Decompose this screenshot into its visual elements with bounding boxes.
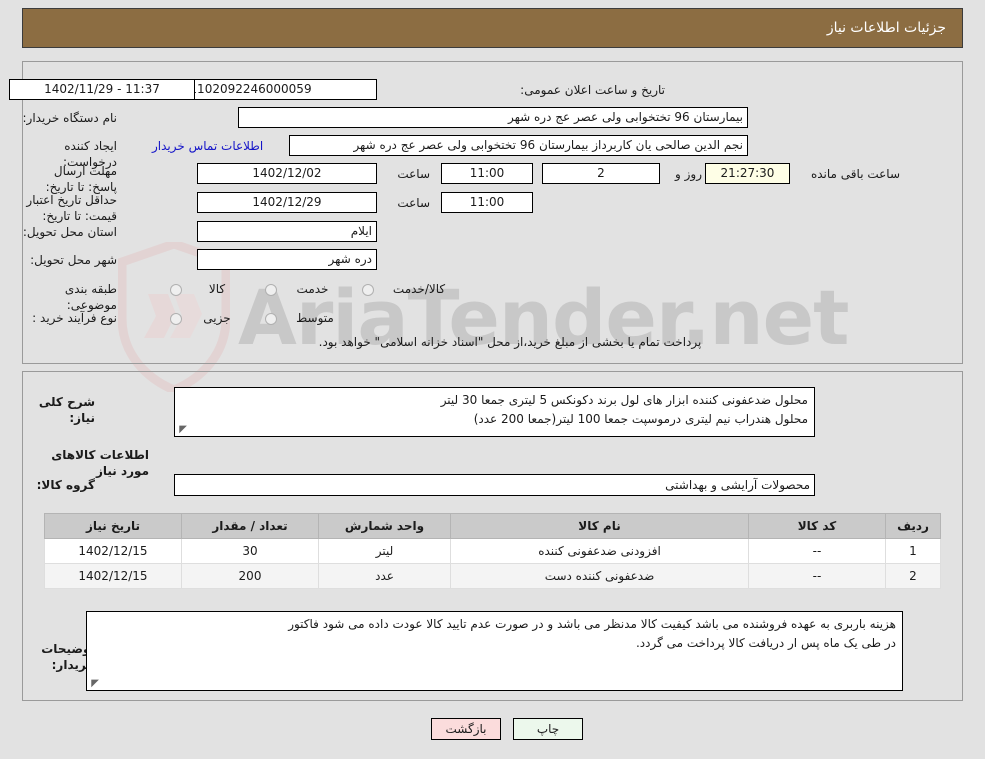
description-textarea[interactable]: محلول ضدعفونی کننده ابزار های لول برند د… (174, 387, 815, 437)
items-table: ردیف کد کالا نام کالا واحد شمارش تعداد /… (44, 513, 941, 589)
radio-process-medium[interactable] (265, 313, 277, 325)
cell-row: 1 (885, 538, 941, 564)
reply-deadline-hour-label: ساعت (397, 167, 430, 181)
announce-label: تاریخ و ساعت اعلان عمومی: (520, 83, 665, 97)
goods-section-title: اطلاعات کالاهای مورد نیاز (51, 448, 149, 478)
cell-date: 1402/12/15 (44, 563, 182, 589)
city-value: دره شهر (197, 249, 377, 270)
buyer-notes-textarea[interactable]: هزینه باربری به عهده فروشنده می باشد کیف… (86, 611, 903, 691)
radio-category-goods-service[interactable] (362, 284, 374, 296)
cell-qty: 200 (181, 563, 319, 589)
cell-date: 1402/12/15 (44, 538, 182, 564)
radio-category-goods-service-label: کالا/خدمت (392, 282, 446, 296)
print-button[interactable]: چاپ (513, 718, 583, 740)
category-label: طبقه بندی موضوعی: (64, 282, 117, 312)
price-validity-hour-label: ساعت (397, 196, 430, 210)
cell-code: -- (748, 538, 886, 564)
cell-unit: عدد (318, 563, 451, 589)
cell-qty: 30 (181, 538, 319, 564)
column-header-code: کد کالا (748, 513, 886, 539)
payment-note: پرداخت تمام یا بخشی از مبلغ خرید،از محل … (318, 335, 702, 349)
province-label: استان محل تحویل: (22, 225, 117, 239)
table-row: 2 -- ضدعفونی کننده دست عدد 200 1402/12/1… (44, 563, 941, 589)
cell-name: افزودنی ضدعفونی کننده (450, 538, 749, 564)
reply-deadline-date: 1402/12/02 (197, 163, 377, 184)
buyer-contact-link[interactable]: اطلاعات تماس خریدار (152, 139, 263, 153)
buyer-notes-label: توضیحات خریدار: (41, 642, 95, 672)
radio-process-minor[interactable] (170, 313, 182, 325)
buyer-org-value: بیمارستان 96 تختخوابی ولی عصر عج دره شهر (238, 107, 748, 128)
column-header-row: ردیف (885, 513, 941, 539)
description-line-2: محلول هندراب نیم لیتری درموسپت جمعا 100 … (473, 412, 808, 426)
cell-unit: لیتر (318, 538, 451, 564)
price-validity-hour: 11:00 (441, 192, 533, 213)
column-header-name: نام کالا (450, 513, 749, 539)
requester-value: نجم الدین صالحی یان کاربرداز بیمارستان 9… (289, 135, 748, 156)
province-value: ایلام (197, 221, 377, 242)
cell-row: 2 (885, 563, 941, 589)
page-header: جزئیات اطلاعات نیاز (22, 8, 963, 48)
process-type-label: نوع فرآیند خرید : (32, 311, 117, 325)
cell-code: -- (748, 563, 886, 589)
buyer-org-label: نام دستگاه خریدار: (22, 111, 118, 125)
announce-value: 11:37 - 1402/11/29 (9, 79, 195, 100)
city-label: شهر محل تحویل: (30, 253, 117, 267)
radio-category-service[interactable] (265, 284, 277, 296)
radio-category-goods[interactable] (170, 284, 182, 296)
remaining-suffix: ساعت باقی مانده (810, 167, 900, 181)
description-label: شرح کلی نیاز: (38, 395, 95, 425)
remaining-days-label: روز و (675, 167, 702, 181)
buyer-notes-line-2: در طی یک ماه پس ار دریافت کالا پرداخت می… (635, 636, 896, 650)
radio-category-goods-label: کالا (208, 282, 226, 296)
radio-process-medium-label: متوسط (296, 311, 334, 325)
buyer-notes-line-1: هزینه باربری به عهده فروشنده می باشد کیف… (288, 617, 896, 631)
price-validity-date: 1402/12/29 (197, 192, 377, 213)
goods-group-value: محصولات آرایشی و بهداشتی (174, 474, 815, 496)
remaining-time: 21:27:30 (705, 163, 790, 184)
reply-deadline-hour: 11:00 (441, 163, 533, 184)
table-row: 1 -- افزودنی ضدعفونی کننده لیتر 30 1402/… (44, 538, 941, 564)
radio-category-service-label: خدمت (296, 282, 329, 296)
page-title: جزئیات اطلاعات نیاز (826, 20, 946, 36)
resize-handle-icon[interactable]: ◤ (89, 679, 99, 689)
description-line-1: محلول ضدعفونی کننده ابزار های لول برند د… (440, 393, 808, 407)
column-header-date: تاریخ نیاز (44, 513, 182, 539)
column-header-unit: واحد شمارش (318, 513, 451, 539)
goods-group-label: گروه کالا: (36, 478, 95, 492)
remaining-days: 2 (542, 163, 660, 184)
reply-deadline-label: مهلت ارسال پاسخ: تا تاریخ: (45, 164, 117, 194)
column-header-qty: تعداد / مقدار (181, 513, 319, 539)
resize-handle-icon[interactable]: ◤ (177, 425, 187, 435)
items-table-wrapper: ردیف کد کالا نام کالا واحد شمارش تعداد /… (44, 513, 941, 589)
table-header-row: ردیف کد کالا نام کالا واحد شمارش تعداد /… (44, 513, 941, 539)
back-button[interactable]: بازگشت (431, 718, 501, 740)
price-validity-label: حداقل تاریخ اعتبار قیمت: تا تاریخ: (26, 193, 117, 223)
cell-name: ضدعفونی کننده دست (450, 563, 749, 589)
radio-process-minor-label: جزیی (203, 311, 231, 325)
